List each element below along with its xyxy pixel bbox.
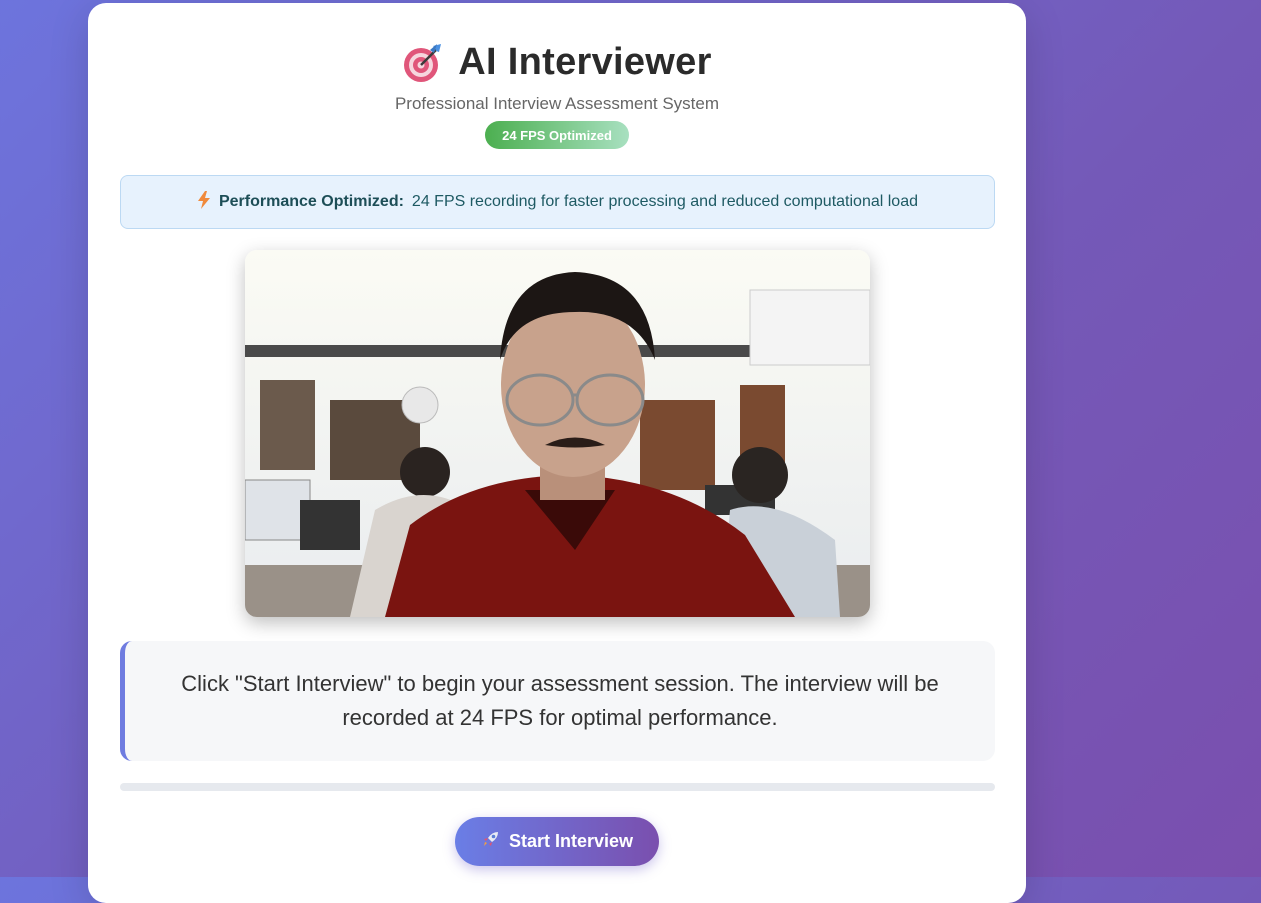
- main-card: AI Interviewer Professional Interview As…: [88, 3, 1026, 903]
- start-interview-label: Start Interview: [508, 831, 634, 851]
- fps-badge: 24 FPS Optimized: [485, 121, 629, 149]
- header: AI Interviewer: [88, 41, 1026, 84]
- lightning-icon: [197, 190, 211, 214]
- progress-bar: [120, 783, 995, 791]
- webcam-video: [245, 250, 870, 617]
- webcam-feed-image: [245, 250, 870, 617]
- performance-label: Performance Optimized:: [218, 193, 404, 210]
- performance-text: 24 FPS recording for faster processing a…: [411, 193, 918, 210]
- start-interview-button[interactable]: Start Interview: [455, 817, 659, 866]
- instruction-notice: Click "Start Interview" to begin your as…: [120, 641, 995, 761]
- rocket-icon: [481, 829, 501, 854]
- performance-banner: Performance Optimized: 24 FPS recording …: [120, 175, 995, 229]
- target-dart-icon: [402, 42, 444, 84]
- page-title: AI Interviewer: [458, 41, 712, 83]
- subtitle: Professional Interview Assessment System: [394, 94, 720, 113]
